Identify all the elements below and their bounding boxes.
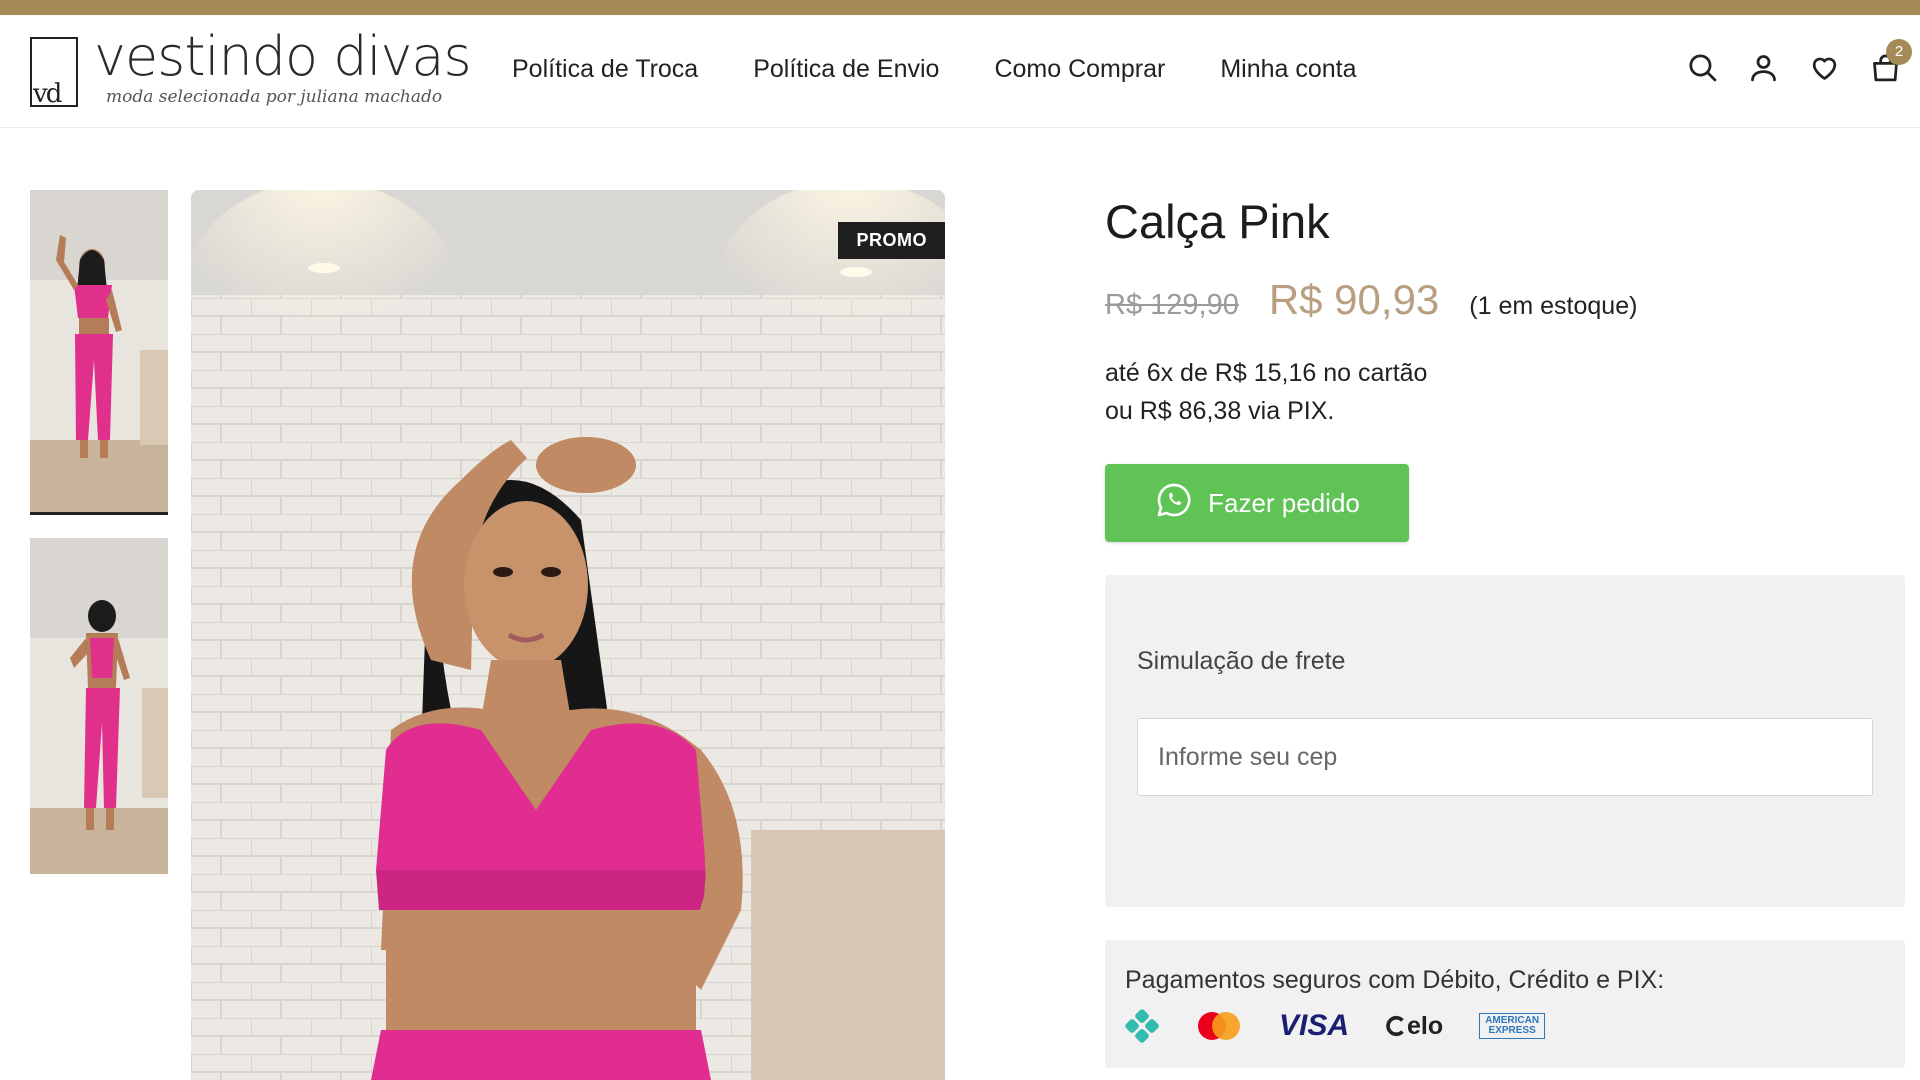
gallery-thumbnail-front[interactable] bbox=[30, 190, 168, 515]
gallery-thumbnail-back[interactable] bbox=[30, 538, 168, 874]
nav-link-como-comprar[interactable]: Como Comprar bbox=[994, 55, 1165, 84]
nav-link-politica-de-envio[interactable]: Política de Envio bbox=[753, 55, 939, 84]
stock-status: (1 em estoque) bbox=[1469, 292, 1638, 320]
secure-payments-panel: Pagamentos seguros com Débito, Crédito e… bbox=[1105, 940, 1905, 1068]
nav-link-politica-de-troca[interactable]: Política de Troca bbox=[512, 55, 698, 84]
mastercard-icon bbox=[1195, 1006, 1243, 1046]
site-header: vd vestindo divas moda selecionada por j… bbox=[0, 15, 1920, 128]
logo-tagline: moda selecionada por juliana machado bbox=[106, 87, 443, 107]
user-icon[interactable] bbox=[1747, 51, 1780, 84]
shipping-title: Simulação de frete bbox=[1137, 647, 1346, 675]
price-row: R$ 129,90 R$ 90,93 (1 em estoque) bbox=[1105, 276, 1637, 324]
heart-icon[interactable] bbox=[1808, 51, 1841, 84]
order-button-label: Fazer pedido bbox=[1208, 487, 1360, 518]
cep-input[interactable] bbox=[1137, 718, 1873, 796]
pix-icon bbox=[1125, 1006, 1159, 1046]
site-logo[interactable]: vd vestindo divas moda selecionada por j… bbox=[30, 25, 472, 125]
visa-icon: VISA bbox=[1279, 1006, 1349, 1046]
cart-count-badge: 2 bbox=[1886, 39, 1912, 65]
installments-text: até 6x de R$ 15,16 no cartão bbox=[1105, 359, 1428, 387]
payments-title: Pagamentos seguros com Débito, Crédito e… bbox=[1125, 966, 1665, 994]
amex-label: AMERICAN EXPRESS bbox=[1479, 1013, 1546, 1039]
logo-mark: vd bbox=[30, 37, 78, 109]
visa-label: VISA bbox=[1279, 1009, 1350, 1042]
logo-mark-text: vd bbox=[33, 79, 62, 109]
product-title: Calça Pink bbox=[1105, 195, 1330, 248]
elo-icon: elo bbox=[1385, 1006, 1443, 1046]
promo-badge: PROMO bbox=[838, 222, 945, 259]
whatsapp-icon bbox=[1154, 480, 1194, 527]
sale-price: R$ 90,93 bbox=[1268, 276, 1440, 323]
payment-methods: VISA elo AMERICAN EXPRESS bbox=[1125, 1006, 1546, 1046]
amex-icon: AMERICAN EXPRESS bbox=[1479, 1006, 1546, 1046]
top-accent-bar bbox=[0, 0, 1920, 15]
main-nav: Política de Troca Política de Envio Como… bbox=[512, 55, 1357, 84]
logo-name: vestindo divas bbox=[94, 25, 472, 88]
old-price: R$ 129,90 bbox=[1105, 289, 1239, 321]
shipping-simulation-panel: Simulação de frete bbox=[1105, 575, 1905, 907]
whatsapp-order-button[interactable]: Fazer pedido bbox=[1105, 464, 1409, 542]
header-actions: 2 bbox=[1686, 39, 1912, 84]
pix-price-text: ou R$ 86,38 via PIX. bbox=[1105, 397, 1335, 425]
main-product-image[interactable]: PROMO bbox=[191, 190, 945, 1080]
elo-label: elo bbox=[1407, 1011, 1444, 1040]
payment-terms: até 6x de R$ 15,16 no cartão ou R$ 86,38… bbox=[1105, 354, 1427, 430]
nav-link-minha-conta[interactable]: Minha conta bbox=[1220, 55, 1356, 84]
search-icon[interactable] bbox=[1686, 51, 1719, 84]
shopping-bag-icon[interactable]: 2 bbox=[1869, 39, 1912, 84]
